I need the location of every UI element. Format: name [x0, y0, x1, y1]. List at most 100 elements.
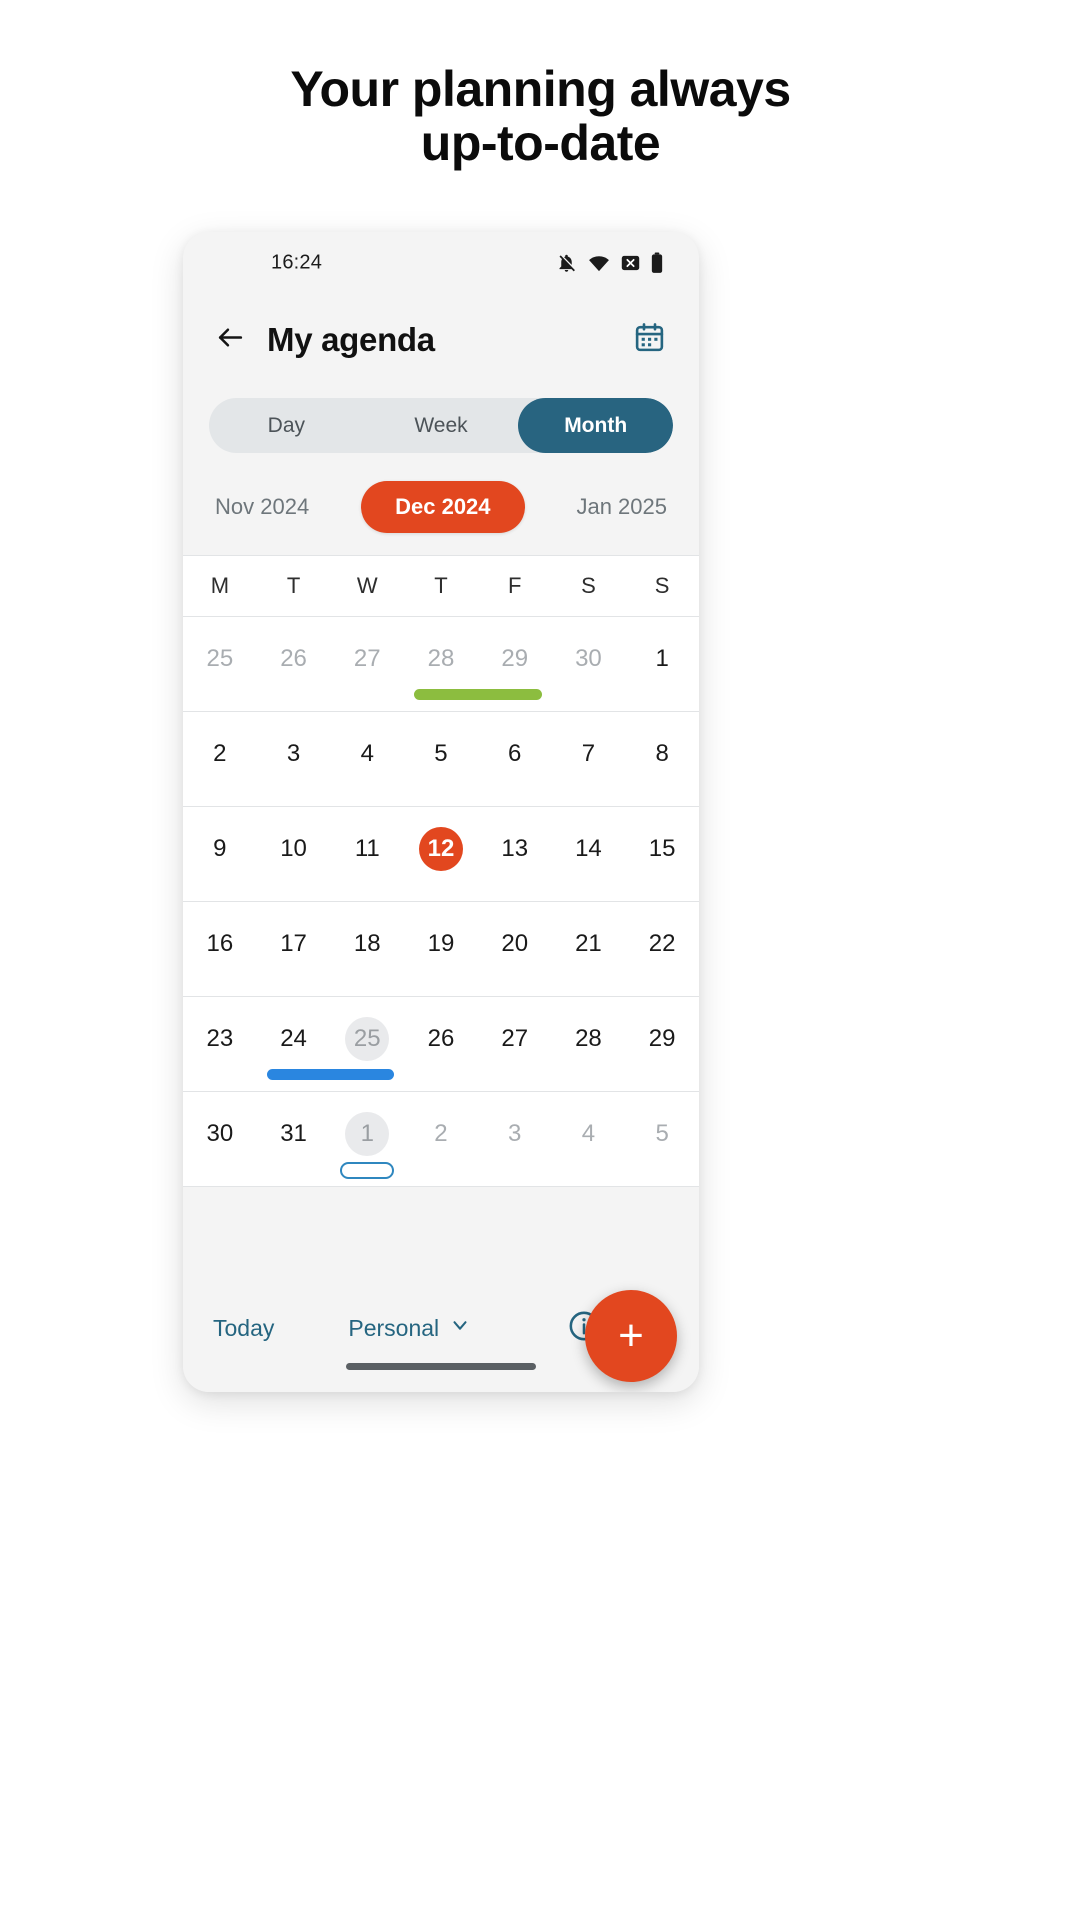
view-switcher[interactable]: Day Week Month [209, 398, 673, 453]
calendar-day-number: 24 [280, 1025, 307, 1052]
calendar-day-cell[interactable]: 10 [257, 807, 331, 901]
calendar-event-bar[interactable] [266, 1069, 395, 1080]
calendar-week-row: 23 24 25 26 27 28 29 [183, 997, 699, 1092]
tab-month[interactable]: Month [518, 398, 673, 453]
weekday-label: T [286, 573, 301, 598]
calendar-week-row: 30 31 1 2 3 4 5 [183, 1092, 699, 1187]
calendar-day-number: 5 [655, 1120, 669, 1147]
month-strip: Nov 2024 Dec 2024 Jan 2025 [183, 475, 699, 555]
calendar-day-cell[interactable]: 7 [552, 712, 626, 806]
calendar-day-cell[interactable]: 23 [183, 997, 257, 1091]
calendar-day-cell[interactable]: 22 [625, 902, 699, 996]
calendar-day-cell[interactable]: 8 [625, 712, 699, 806]
calendar-day-cell[interactable]: 21 [552, 902, 626, 996]
calendar-day-cell[interactable]: 2 [404, 1092, 478, 1186]
plus-icon: + [618, 1311, 644, 1360]
calendar-day-number: 3 [286, 740, 301, 767]
calendar-day-cell[interactable]: 12 [404, 807, 478, 901]
calendar-week-row: 9 10 11 12 13 14 15 [183, 807, 699, 902]
month-current[interactable]: Dec 2024 [361, 481, 525, 533]
calendar-day-cell[interactable]: 15 [625, 807, 699, 901]
battery-icon [651, 252, 663, 274]
month-previous[interactable]: Nov 2024 [209, 490, 315, 524]
calendar-day-cell[interactable]: 3 [478, 1092, 552, 1186]
calendar-day-cell[interactable]: 13 [478, 807, 552, 901]
calendar-day-cell[interactable]: 9 [183, 807, 257, 901]
calendar-day-number: 21 [575, 930, 602, 957]
calendar-day-cell[interactable]: 3 [257, 712, 331, 806]
wifi-icon [588, 254, 610, 272]
add-event-fab[interactable]: + [585, 1290, 677, 1382]
chevron-down-icon [449, 1314, 471, 1342]
calendar-day-cell[interactable]: 17 [257, 902, 331, 996]
calendar-day-number: 30 [575, 645, 602, 672]
tab-day[interactable]: Day [209, 398, 364, 453]
calendar-day-number: 8 [655, 740, 669, 767]
weekday-label: M [210, 573, 230, 598]
calendar-day-cell[interactable]: 11 [330, 807, 404, 901]
calendar-day-number: 2 [213, 740, 227, 767]
calendar-day-number: 12 [418, 827, 463, 871]
back-button[interactable] [209, 319, 251, 361]
calendar-day-cell[interactable]: 26 [404, 997, 478, 1091]
tab-week[interactable]: Week [364, 398, 519, 453]
calendar-day-cell[interactable]: 4 [330, 712, 404, 806]
calendar-day-number: 27 [353, 645, 381, 672]
calendar-day-cell[interactable]: 16 [183, 902, 257, 996]
calendar-event-bar[interactable] [340, 1162, 395, 1179]
calendar-day-cell[interactable]: 5 [625, 1092, 699, 1186]
calendar-day-number: 22 [648, 930, 676, 957]
calendar-day-cell[interactable]: 20 [478, 902, 552, 996]
calendar-day-cell[interactable]: 4 [552, 1092, 626, 1186]
view-switcher-wrap: Day Week Month [183, 386, 699, 475]
weekday-label: F [507, 573, 522, 598]
calendar-day-cell[interactable]: 2 [183, 712, 257, 806]
calendar-day-cells: 30 31 1 2 3 4 5 [183, 1092, 699, 1186]
calendar-selector-label: Personal [348, 1314, 440, 1341]
month-next[interactable]: Jan 2025 [570, 490, 673, 524]
today-button[interactable]: Today [213, 1315, 274, 1342]
calendar-day-cell[interactable]: 30 [552, 617, 626, 711]
calendar-week-row: 2 3 4 5 6 7 8 [183, 712, 699, 807]
calendar-event-bar[interactable] [414, 689, 542, 700]
calendar-selector[interactable]: Personal [348, 1314, 567, 1342]
calendar-day-number: 25 [345, 1017, 390, 1061]
calendar-icon [633, 321, 666, 359]
weekday-label: S [654, 573, 670, 598]
calendar-week-row: 16 17 18 19 20 21 22 [183, 902, 699, 997]
calendar-day-number: 25 [206, 645, 234, 672]
calendar-day-number: 23 [206, 1025, 234, 1052]
status-time: 16:24 [271, 251, 323, 274]
calendar-day-cell[interactable]: 18 [330, 902, 404, 996]
calendar-day-number: 4 [360, 740, 374, 767]
page-root: Your planning always up-to-date 16:24 My… [0, 0, 1081, 1920]
home-indicator [346, 1363, 536, 1370]
calendar-day-cell[interactable]: 1 [625, 617, 699, 711]
app-bar: My agenda [183, 294, 699, 386]
calendar-picker-button[interactable] [627, 318, 671, 362]
calendar-day-number: 31 [280, 1120, 307, 1147]
calendar-day-cell[interactable]: 29 [625, 997, 699, 1091]
calendar-day-cells: 23 24 25 26 27 28 29 [183, 997, 699, 1091]
calendar-day-cell[interactable]: 5 [404, 712, 478, 806]
weekday-label: W [356, 573, 378, 598]
calendar-day-cell[interactable]: 6 [478, 712, 552, 806]
calendar-day-number: 15 [648, 835, 676, 862]
calendar-day-cell[interactable]: 26 [257, 617, 331, 711]
calendar-day-cell[interactable]: 30 [183, 1092, 257, 1186]
calendar-day-number: 20 [501, 930, 529, 957]
calendar-day-number: 16 [206, 930, 234, 957]
calendar-day-cell[interactable]: 14 [552, 807, 626, 901]
calendar-day-cell[interactable]: 25 [183, 617, 257, 711]
weekday-label: T [434, 573, 448, 598]
calendar-day-number: 1 [655, 645, 669, 672]
calendar-day-cell[interactable]: 19 [404, 902, 478, 996]
arrow-left-icon [215, 322, 246, 358]
calendar-day-cell[interactable]: 31 [257, 1092, 331, 1186]
calendar-day-number: 26 [280, 645, 307, 672]
calendar-day-cell[interactable]: 28 [552, 997, 626, 1091]
calendar-day-cell[interactable]: 27 [478, 997, 552, 1091]
calendar-day-cells: 2 3 4 5 6 7 8 [183, 712, 699, 806]
calendar-day-cell[interactable]: 27 [330, 617, 404, 711]
page-title: Your planning always up-to-date [0, 62, 1081, 170]
